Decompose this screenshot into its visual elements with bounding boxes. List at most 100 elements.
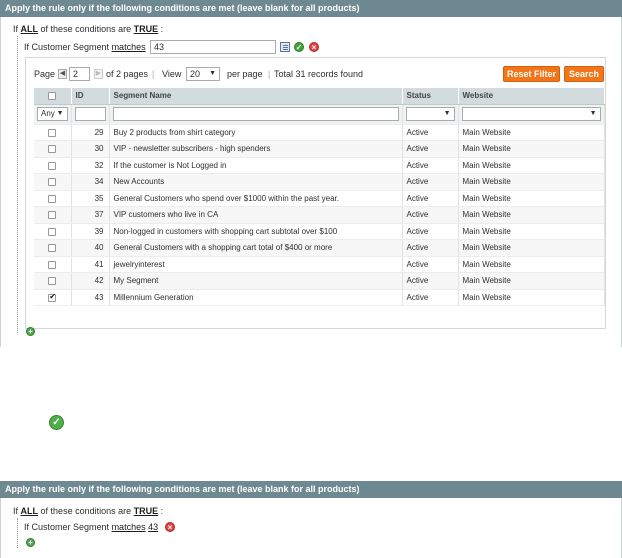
row-segment-name: General Customers who spend over $1000 w… (109, 190, 403, 207)
id-column-header[interactable]: ID (71, 88, 110, 105)
segment-prefix-label: If Customer Segment (24, 42, 110, 52)
row-segment-name: VIP - newsletter subscribers - high spen… (109, 140, 403, 158)
row-checkbox[interactable] (48, 292, 57, 302)
row-website: Main Website (458, 256, 605, 273)
row-checkbox[interactable] (48, 145, 57, 154)
pager-total: Total 31 records found (274, 69, 364, 79)
table-row[interactable]: 32 If the customer is Not Logged in Active… (34, 157, 605, 174)
row-status: Active (402, 157, 459, 174)
select-all-checkbox[interactable] (48, 92, 57, 101)
segment-operator-link[interactable]: matches (112, 522, 146, 532)
add-icon[interactable]: + (26, 538, 35, 547)
table-row[interactable]: 42 My Segment Active Main Website (34, 272, 605, 290)
row-status: Active (402, 173, 459, 191)
row-id: 37 (71, 206, 110, 224)
cond-colon: : (160, 24, 164, 34)
status-filter-select[interactable]: ▼ (405, 107, 455, 121)
page-number-input[interactable]: 2 (69, 67, 90, 81)
row-website: Main Website (458, 289, 605, 306)
aggregator-link[interactable]: ALL (21, 506, 39, 516)
table-row[interactable]: 43Millennium GenerationActiveMain Websit… (34, 289, 605, 306)
next-page-icon[interactable]: ▶ (94, 69, 103, 79)
row-checkbox-cell[interactable] (34, 190, 72, 207)
row-checkbox-cell[interactable] (34, 272, 72, 290)
row-checkbox[interactable] (48, 244, 57, 253)
row-id: 35 (71, 190, 110, 207)
row-checkbox-cell[interactable] (34, 157, 72, 174)
row-checkbox-cell[interactable] (34, 289, 72, 306)
row-website: Main Website (458, 272, 605, 290)
status-column-header[interactable]: Status (402, 88, 459, 105)
segment-grid: ID Segment Name Status Website Any ▼ ▼ ▼ … (34, 88, 605, 306)
chevron-down-icon: ▼ (589, 110, 597, 117)
any-filter-value: Any (41, 109, 55, 118)
aggregator-link[interactable]: ALL (21, 24, 39, 34)
website-filter-select[interactable]: ▼ (461, 107, 601, 121)
website-column-header[interactable]: Website (458, 88, 605, 105)
row-status: Active (402, 256, 459, 273)
row-website: Main Website (458, 140, 605, 158)
row-checkbox[interactable] (48, 260, 57, 269)
reset-filter-button[interactable]: Reset Filter (503, 66, 560, 82)
row-checkbox-cell[interactable] (34, 173, 72, 191)
pager-separator: | (152, 69, 155, 79)
row-status: Active (402, 289, 459, 306)
row-id: 41 (71, 256, 110, 273)
table-row[interactable]: 40 General Customers with a shopping cart… (34, 239, 605, 257)
row-id: 34 (71, 173, 110, 191)
segment-value-input[interactable]: 43 (150, 40, 276, 54)
row-checkbox[interactable] (48, 178, 57, 187)
list-icon[interactable] (280, 42, 290, 52)
table-row[interactable]: 30 VIP - newsletter subscribers - high sp… (34, 140, 605, 158)
row-website: Main Website (458, 206, 605, 224)
row-checkbox[interactable] (48, 194, 57, 203)
row-checkbox[interactable] (48, 128, 57, 137)
name-filter-input[interactable] (112, 107, 399, 121)
row-segment-name: Millennium Generation (109, 289, 403, 306)
cond-middle-label: of these conditions are (40, 506, 132, 516)
row-checkbox[interactable] (48, 161, 57, 170)
id-filter-input[interactable] (74, 107, 106, 121)
row-checkbox[interactable] (48, 211, 57, 220)
segment-value-link[interactable]: 43 (148, 522, 158, 532)
select-all-header[interactable] (34, 88, 72, 105)
big-check-icon: ✓ (49, 415, 64, 430)
row-checkbox-cell[interactable] (34, 206, 72, 224)
filter-row: Any ▼ ▼ ▼ (34, 104, 605, 125)
row-id: 29 (71, 124, 110, 141)
segment-name-column-header[interactable]: Segment Name (109, 88, 403, 105)
value-link[interactable]: TRUE (134, 506, 159, 516)
segment-operator-link[interactable]: matches (112, 42, 146, 52)
row-checkbox-cell[interactable] (34, 239, 72, 257)
bottom-conditions-line: If ALL of these conditions are TRUE : (13, 506, 163, 516)
table-row[interactable]: 29 Buy 2 products from shirt category Acti… (34, 124, 605, 141)
row-checkbox-cell[interactable] (34, 256, 72, 273)
table-row[interactable]: 35 General Customers who spend over $1000… (34, 190, 605, 207)
top-segment-prefix: If Customer Segment matches (24, 42, 146, 52)
value-link[interactable]: TRUE (134, 24, 159, 34)
row-status: Active (402, 190, 459, 207)
view-per-page-select[interactable]: 20 ▼ (186, 67, 220, 81)
row-checkbox-cell[interactable] (34, 140, 72, 158)
pager-of-pages: of 2 pages (106, 69, 149, 79)
table-row[interactable]: 37 VIP customers who live in CA Active Main… (34, 206, 605, 224)
remove-icon[interactable]: × (309, 42, 319, 52)
row-checkbox[interactable] (48, 277, 57, 286)
pager-per-page: per page (227, 69, 263, 79)
row-checkbox[interactable] (48, 227, 57, 236)
prev-page-icon[interactable]: ◀ (58, 69, 67, 79)
table-row[interactable]: 34 New Accounts Active Main Website (34, 173, 605, 191)
row-status: Active (402, 206, 459, 224)
table-row[interactable]: 41 jewelryinterest Active Main Website (34, 256, 605, 273)
bottom-panel-header: Apply the rule only if the following con… (0, 481, 622, 498)
table-row[interactable]: 39 Non-logged in customers with shopping … (34, 223, 605, 240)
row-checkbox-cell[interactable] (34, 223, 72, 240)
any-filter-select[interactable]: Any ▼ (37, 107, 68, 121)
row-checkbox-cell[interactable] (34, 124, 72, 141)
search-button[interactable]: Search (564, 66, 604, 82)
row-website: Main Website (458, 124, 605, 141)
add-icon[interactable]: + (26, 327, 35, 336)
check-icon[interactable]: ✓ (294, 42, 304, 52)
row-website: Main Website (458, 157, 605, 174)
remove-icon[interactable]: × (165, 522, 175, 532)
